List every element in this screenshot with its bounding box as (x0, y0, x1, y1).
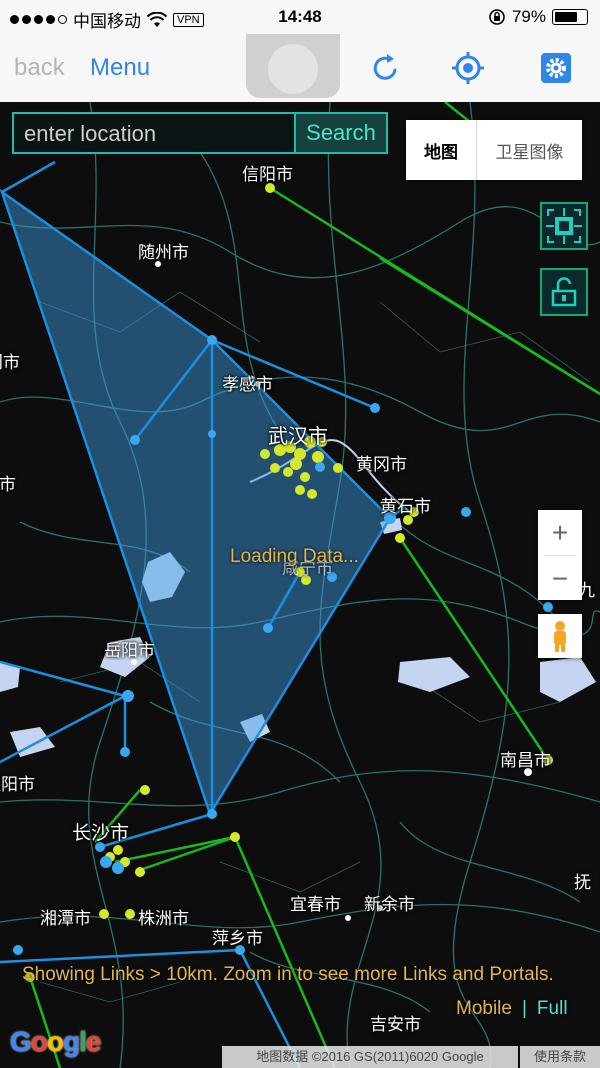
battery-percent: 79% (511, 7, 546, 26)
zoom-in-button[interactable]: + (538, 510, 582, 555)
locate-icon[interactable] (450, 50, 486, 86)
nav-bar: back Menu (0, 34, 600, 103)
back-button[interactable]: back (14, 54, 65, 82)
unlock-button[interactable] (540, 268, 588, 316)
mobile-link[interactable]: Mobile (456, 998, 512, 1019)
place-label: 随州市 (138, 243, 189, 262)
menu-button[interactable]: Menu (90, 54, 150, 82)
app-thumbnail (246, 34, 340, 98)
view-mode-links: Mobile | Full (456, 998, 568, 1020)
battery-icon (552, 9, 588, 25)
place-label: 新余市 (364, 895, 415, 914)
place-label: 岳阳市 (104, 641, 155, 660)
place-label: 孝感市 (222, 375, 273, 394)
place-label: 武汉市 (268, 426, 328, 448)
place-label: 门市 (0, 353, 20, 372)
status-bar: 中国移动 VPN 14:48 79% (0, 0, 600, 34)
loading-indicator: Loading Data... (230, 546, 359, 567)
place-label: 州市 (0, 475, 16, 494)
select-portal-button[interactable] (540, 202, 588, 250)
crosshair-icon (546, 208, 582, 244)
terms-link[interactable]: 使用条款 (520, 1046, 600, 1068)
place-label: 黄冈市 (356, 455, 407, 474)
map-view[interactable]: 信阳市 随州市 孝感市 武汉市 黄冈市 黄石市 咸宁市 岳阳市 南昌市 长沙市 … (0, 102, 600, 1068)
full-link[interactable]: Full (537, 998, 568, 1019)
search-input[interactable] (14, 114, 308, 154)
zoom-control: + − (538, 510, 582, 600)
unlock-icon (551, 277, 577, 307)
map-type-toggle: 地图 卫星图像 (406, 120, 582, 180)
rotation-lock-icon (489, 9, 505, 25)
place-label: 信阳市 (242, 165, 293, 184)
link-info-text: Showing Links > 10km. Zoom in to see mor… (22, 964, 554, 985)
place-label: 抚 (574, 873, 591, 892)
link-separator: | (521, 998, 527, 1019)
zoom-out-button[interactable]: − (538, 556, 582, 601)
refresh-icon[interactable] (368, 50, 404, 86)
map-type-satellite-option[interactable]: 卫星图像 (477, 120, 582, 180)
place-label: 长沙市 (72, 823, 130, 844)
google-logo: Google (10, 1026, 101, 1057)
place-label: 黄石市 (380, 497, 431, 516)
place-label: 湘潭市 (40, 909, 91, 928)
place-label: 宜春市 (290, 895, 341, 914)
pegman-icon (554, 621, 566, 652)
place-label: 株洲市 (138, 909, 189, 928)
search-bar: Search (12, 112, 388, 154)
place-label: 南昌市 (500, 751, 551, 770)
place-label: 益阳市 (0, 775, 35, 794)
map-type-map-option[interactable]: 地图 (406, 120, 477, 180)
place-label: 吉安市 (370, 1015, 421, 1034)
place-label: 萍乡市 (212, 929, 263, 948)
map-attribution: 地图数据 ©2016 GS(2011)6020 Google (222, 1046, 518, 1068)
search-button[interactable]: Search (294, 114, 386, 152)
street-view-button[interactable] (538, 614, 582, 658)
settings-icon[interactable] (538, 50, 574, 86)
